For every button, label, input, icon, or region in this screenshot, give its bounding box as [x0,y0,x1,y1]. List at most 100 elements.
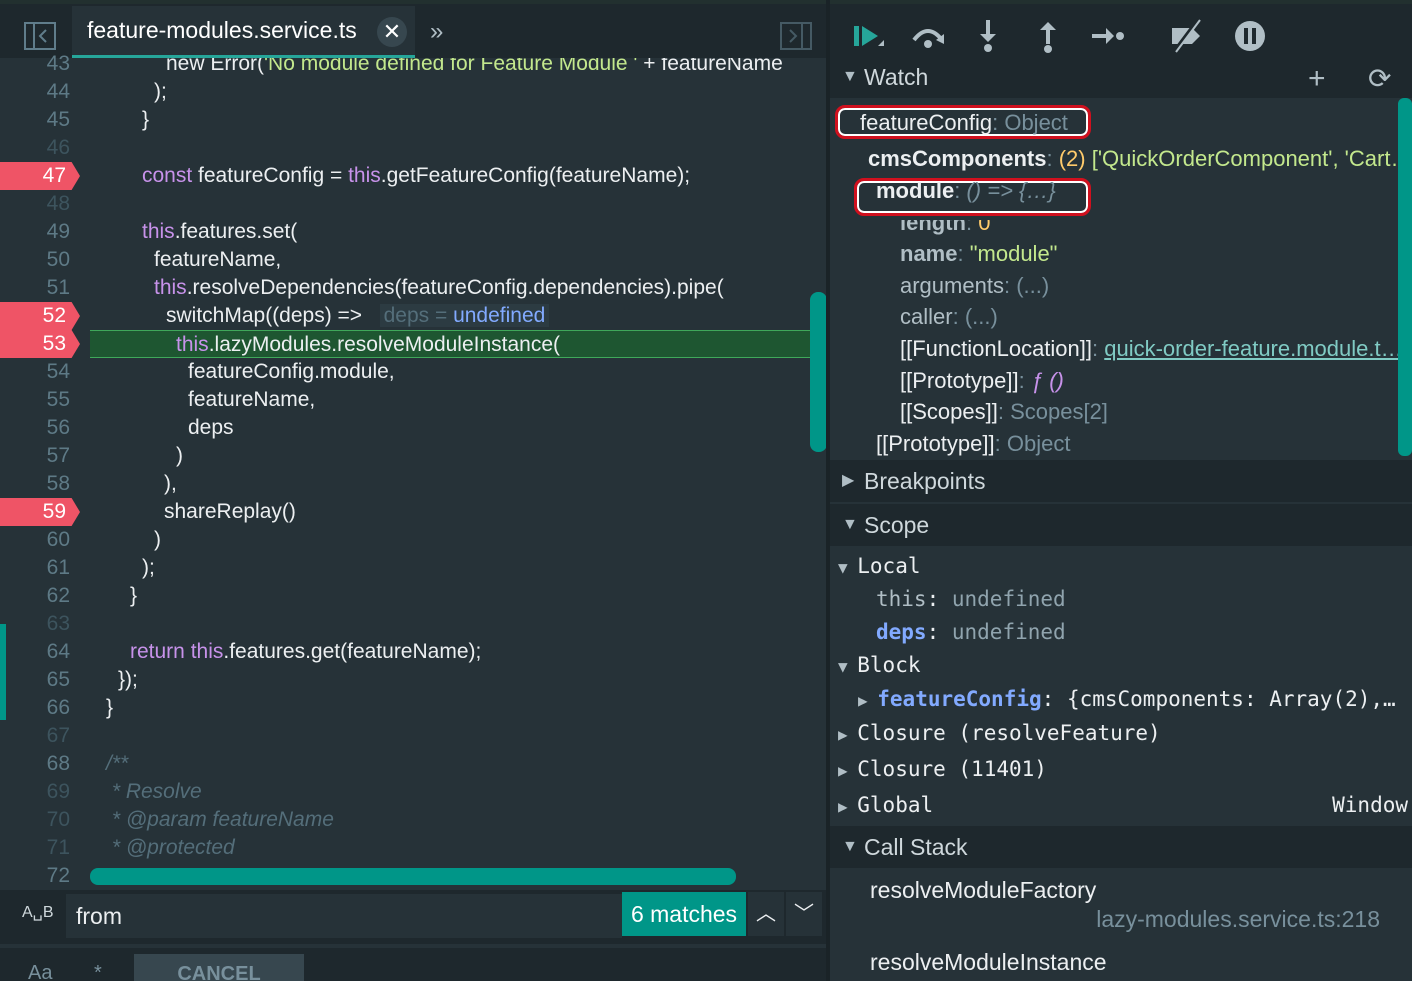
breakpoint-line-number[interactable]: 59 [0,498,80,526]
match-count-badge: 6 matches [622,892,746,936]
scope-section-header[interactable]: ▼ Scope [830,504,1412,546]
function-location-link[interactable]: quick-order-feature.module.t… [1104,336,1402,361]
watch-title: Watch [864,64,929,90]
tab-feature-modules-service[interactable]: feature-modules.service.ts ✕ [72,6,415,58]
line-number[interactable]: 69 [0,778,80,806]
line-number[interactable]: 51 [0,274,80,302]
line-number[interactable]: 49 [0,218,80,246]
code-line-47: const featureConfig = this.getFeatureCon… [142,164,691,187]
line-number-gutter[interactable]: 43 44 45 46 47 48 49 50 51 52 53 54 55 56 57 58 59 60 61 62… [0,52,90,888]
scope-var-deps: deps: undefined [876,620,1066,644]
line-number[interactable]: 62 [0,582,80,610]
code-line-45: } [142,108,150,131]
watch-scrollbar[interactable] [1398,98,1412,456]
line-number[interactable]: 48 [0,190,80,218]
line-number[interactable]: 67 [0,722,80,750]
scope-global[interactable]: ▶ Global [838,793,933,817]
refresh-icon[interactable]: ⟳ [1368,62,1391,95]
watch-item-featureconfig[interactable]: featureConfig: Object [860,110,1068,136]
sidebar-toggle-icon[interactable] [24,22,56,50]
scope-block[interactable]: ▼ Block [838,653,920,677]
close-icon[interactable]: ✕ [377,17,407,47]
code-line-58: ), [164,472,177,495]
watch-item-arguments[interactable]: arguments: (...) [900,273,1049,299]
code-line-44: ); [154,80,167,103]
line-number[interactable]: 44 [0,78,80,106]
scope-local[interactable]: ▼ Local [838,554,920,578]
next-match-button[interactable]: ﹀ [786,892,822,936]
line-number[interactable]: 68 [0,750,80,778]
watch-item-scopes[interactable]: [[Scopes]]: Scopes[2] [900,399,1108,425]
debugger-panel: ▼ Watch + ⟳ featureConfig: Object cmsCom… [830,0,1412,981]
replace-bar: Aa * CANCEL [0,948,826,981]
line-number[interactable]: 65 [0,666,80,694]
step-out-icon[interactable] [1030,18,1066,54]
watch-item-function-location[interactable]: [[FunctionLocation]]: quick-order-featur… [900,336,1403,362]
line-number[interactable]: 64 [0,638,80,666]
callstack-frame[interactable]: resolveModuleInstance [830,940,1412,981]
line-number[interactable]: 54 [0,358,80,386]
cancel-button[interactable]: CANCEL [134,954,304,981]
line-number[interactable]: 66 [0,694,80,722]
line-number[interactable]: 60 [0,526,80,554]
code-line-66: } [106,696,114,719]
frame-location: lazy-modules.service.ts:218 [1096,906,1380,932]
breakpoint-line-number[interactable]: 47 [0,162,80,190]
breakpoints-section-header[interactable]: ▶ Breakpoints [830,460,1412,502]
resume-icon[interactable] [850,18,886,54]
case-sensitive-button[interactable]: Aa [28,962,52,981]
breakpoint-line-number[interactable]: 53 [0,330,80,358]
debugger-window: feature-modules.service.ts ✕ » 43 44 45 46 4… [0,0,1412,981]
watch-item-caller[interactable]: caller: (...) [900,304,998,330]
line-number[interactable]: 56 [0,414,80,442]
line-number[interactable]: 43 [0,50,80,78]
debugger-panel-toggle-icon[interactable] [780,22,812,50]
code-line-59: shareReplay() [164,500,296,523]
step-over-icon[interactable] [910,18,946,54]
code-area[interactable]: new Error('No module defined for Feature… [90,58,810,888]
line-number[interactable]: 50 [0,246,80,274]
horizontal-scrollbar[interactable] [90,868,736,885]
scope-closure-11401[interactable]: ▶ Closure (11401) [838,757,1047,781]
line-number[interactable]: 72 [0,862,80,890]
search-input[interactable] [66,894,622,938]
line-number[interactable]: 58 [0,470,80,498]
pause-on-exceptions-icon[interactable] [1232,18,1268,54]
callstack-section-header[interactable]: ▼ Call Stack [830,826,1412,868]
previous-match-button[interactable]: ︿ [748,892,784,936]
callstack-frame[interactable]: resolveModuleFactory lazy-modules.servic… [830,868,1412,938]
line-number[interactable]: 63 [0,610,80,638]
debugger-toolbar [830,0,1412,58]
step-into-icon[interactable] [970,18,1006,54]
scope-closure-resolvefeature[interactable]: ▶ Closure (resolveFeature) [838,721,1161,745]
more-tabs-icon[interactable]: » [430,18,443,46]
match-case-icon[interactable]: A␣B [22,902,54,922]
watch-item-module[interactable]: module: () => {…} [876,178,1056,204]
line-number[interactable]: 55 [0,386,80,414]
add-watch-icon[interactable]: + [1308,62,1326,96]
regex-button[interactable]: * [94,962,102,981]
line-number[interactable]: 71 [0,834,80,862]
watch-item-cmscomponents[interactable]: cmsComponents: (2) ['QuickOrderComponent… [868,146,1412,172]
chevron-down-icon: ▼ [842,838,858,855]
watch-item-prototype-object[interactable]: [[Prototype]]: Object [876,431,1070,457]
line-number[interactable]: 45 [0,106,80,134]
watch-item-prototype-fn[interactable]: [[Prototype]]: ƒ () [900,368,1064,394]
line-number[interactable]: 57 [0,442,80,470]
chevron-right-icon: ▶ [842,472,855,489]
line-number[interactable]: 46 [0,134,80,162]
tab-label: feature-modules.service.ts [87,17,357,43]
scope-var-featureconfig[interactable]: ▶ featureConfig: {cmsComponents: Array(2… [858,687,1396,711]
code-editor: feature-modules.service.ts ✕ » 43 44 45 46 4… [0,0,827,981]
line-number[interactable]: 70 [0,806,80,834]
breakpoints-title: Breakpoints [864,468,986,494]
vertical-scrollbar[interactable] [810,292,827,452]
breakpoint-line-number[interactable]: 52 [0,302,80,330]
chevron-down-icon: ▼ [842,516,858,533]
step-icon[interactable] [1090,18,1126,54]
code-line-53-current: this.lazyModules.resolveModuleInstance( [90,330,810,358]
deactivate-breakpoints-icon[interactable] [1168,18,1204,54]
line-number[interactable]: 61 [0,554,80,582]
code-line-49: this.features.set( [142,220,298,243]
chevron-down-icon: ﹀ [794,903,814,925]
